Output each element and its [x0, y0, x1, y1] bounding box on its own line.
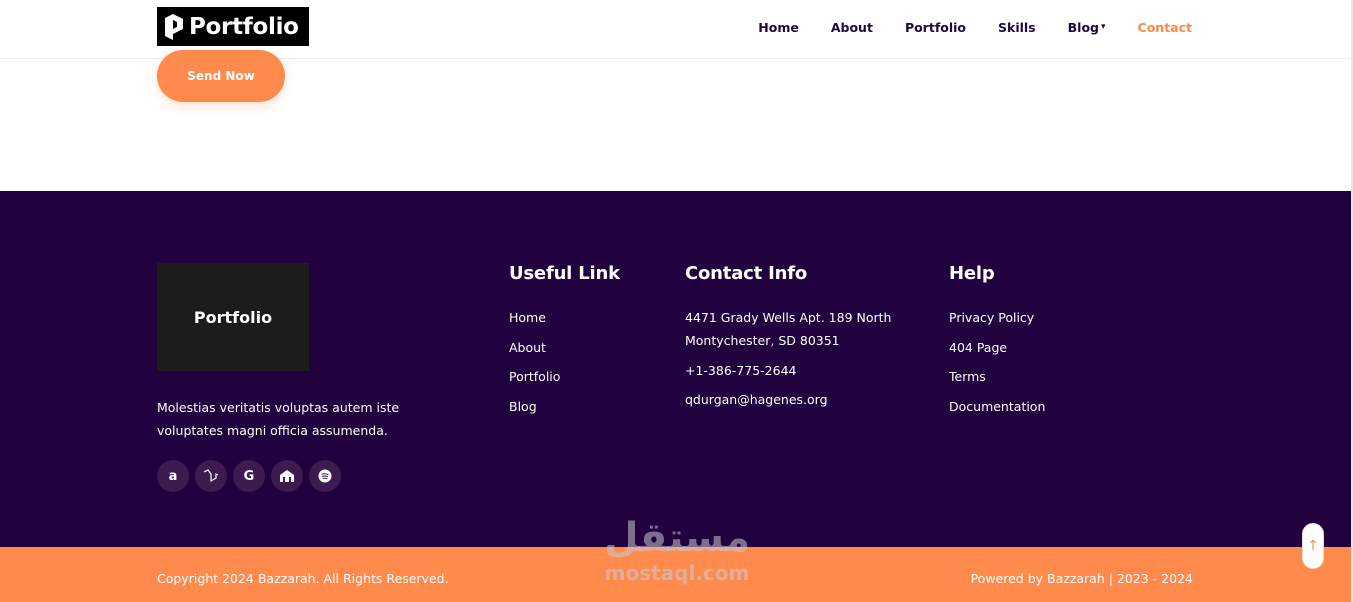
building-icon[interactable] [271, 460, 303, 492]
nav-home[interactable]: Home [758, 18, 799, 36]
footer-logo[interactable]: Portfolio [157, 263, 309, 371]
contact-info-column: Contact Info 4471 Grady Wells Apt. 189 N… [685, 263, 905, 418]
help-link-404[interactable]: 404 Page [949, 336, 1045, 359]
chevron-down-icon: ▾ [1101, 22, 1106, 32]
scroll-to-top-button[interactable]: ↑ [1302, 523, 1324, 569]
header-logo[interactable]: Portfolio [157, 7, 309, 46]
site-footer: Portfolio Molestias veritatis voluptas a… [0, 191, 1351, 547]
nav-blog[interactable]: Blog ▾ [1068, 18, 1106, 36]
arrow-up-icon: ↑ [1307, 538, 1319, 554]
help-column: Help Privacy Policy 404 Page Terms Docum… [949, 263, 1045, 424]
footer-link-portfolio[interactable]: Portfolio [509, 365, 620, 388]
social-links: a G [157, 460, 341, 492]
help-link-terms[interactable]: Terms [949, 365, 1045, 388]
nav-skills[interactable]: Skills [998, 18, 1036, 36]
laravel-icon[interactable] [195, 460, 227, 492]
main-nav: Home About Portfolio Skills Blog ▾ Contac… [726, 18, 1192, 36]
useful-links-column: Useful Link Home About Portfolio Blog [509, 263, 620, 424]
footer-link-home[interactable]: Home [509, 306, 620, 329]
watermark: مستقل mostaql.com [597, 515, 757, 590]
useful-links-title: Useful Link [509, 263, 620, 284]
amazon-icon[interactable]: a [157, 460, 189, 492]
logo-mark-icon [163, 12, 185, 42]
footer-description: Molestias veritatis voluptas autem iste … [157, 400, 400, 438]
contact-address: 4471 Grady Wells Apt. 189 North Montyche… [685, 310, 892, 348]
help-title: Help [949, 263, 995, 284]
copyright-text: Copyright 2024 Bazzarah. All Rights Rese… [157, 571, 449, 586]
footer-link-about[interactable]: About [509, 336, 620, 359]
nav-blog-label: Blog [1067, 19, 1099, 35]
watermark-latin: mostaql.com [604, 561, 750, 585]
help-link-documentation[interactable]: Documentation [949, 395, 1045, 418]
watermark-arabic: مستقل [603, 515, 751, 561]
nav-about[interactable]: About [831, 18, 873, 36]
powered-by-text: Powered by Bazzarah | 2023 - 2024 [970, 571, 1193, 586]
spotify-icon[interactable] [309, 460, 341, 492]
footer-link-blog[interactable]: Blog [509, 395, 620, 418]
logo-text: Portfolio [189, 13, 299, 40]
send-now-button[interactable]: Send Now [157, 50, 285, 102]
nav-contact[interactable]: Contact [1138, 18, 1192, 36]
nav-portfolio[interactable]: Portfolio [905, 18, 966, 36]
contact-info-title: Contact Info [685, 263, 807, 284]
contact-email[interactable]: qdurgan@hagenes.org [685, 388, 905, 411]
contact-phone[interactable]: +1-386-775-2644 [685, 359, 905, 382]
help-link-privacy[interactable]: Privacy Policy [949, 306, 1045, 329]
google-icon[interactable]: G [233, 460, 265, 492]
